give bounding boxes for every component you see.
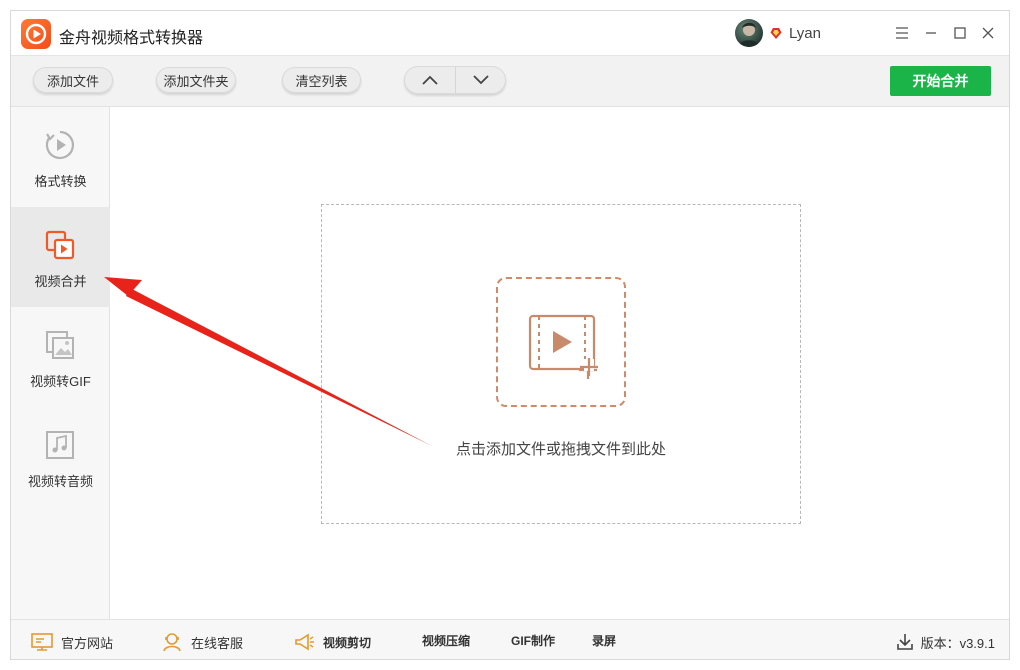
add-video-icon [528, 314, 598, 379]
online-service-link[interactable]: 在线客服 [161, 632, 243, 652]
format-convert-icon [45, 130, 75, 160]
customer-service-icon [163, 633, 181, 652]
add-video-button[interactable] [496, 277, 626, 407]
user-avatar[interactable] [735, 19, 763, 47]
clear-list-button[interactable]: 清空列表 [282, 67, 361, 93]
app-logo-icon [21, 19, 51, 49]
chevron-up-icon [422, 75, 438, 85]
add-folder-button[interactable]: 添加文件夹 [156, 67, 236, 93]
move-down-button[interactable] [455, 67, 505, 93]
sidebar-item-video-merge[interactable]: 视频合并 [11, 207, 110, 307]
sidebar-item-label: 视频合并 [34, 274, 87, 289]
video-cut-link[interactable]: 视频剪切 [293, 632, 371, 652]
sidebar: 格式转换 视频合并 视频转GIF 视频转音频 [11, 107, 110, 619]
sidebar-item-label: 格式转换 [34, 174, 87, 189]
sidebar-item-video-to-audio[interactable]: 视频转音频 [11, 407, 110, 507]
move-buttons [404, 66, 506, 94]
title-bar: 金舟视频格式转换器 Lyan [11, 11, 1009, 55]
close-button[interactable] [976, 21, 1000, 45]
sidebar-item-format-convert[interactable]: 格式转换 [11, 107, 110, 207]
official-site-label: 官方网站 [61, 635, 114, 651]
app-window: 金舟视频格式转换器 Lyan 添加文件 添加文件夹 清空列表 开始合并 格式转换… [10, 10, 1010, 660]
version-label: 版本：v3.9.1 [920, 635, 995, 651]
megaphone-icon [295, 633, 314, 651]
chevron-down-icon [472, 75, 489, 85]
username: Lyan [789, 25, 821, 42]
video-cut-label: 视频剪切 [323, 635, 372, 650]
footer-bar: 官方网站 在线客服 视频剪切 视频压缩 GIF制作 录屏 版本：v3.9.1 [11, 619, 1009, 659]
official-site-link[interactable]: 官方网站 [31, 632, 113, 652]
add-file-button[interactable]: 添加文件 [33, 67, 113, 93]
monitor-icon [31, 633, 53, 651]
video-compress-link[interactable]: 视频压缩 [422, 632, 470, 649]
drop-hint-text: 点击添加文件或拖拽文件到此处 [455, 441, 666, 458]
online-service-label: 在线客服 [191, 635, 244, 651]
gif-image-icon [46, 331, 74, 359]
minimize-button[interactable] [919, 21, 943, 45]
menu-button[interactable] [890, 21, 914, 45]
maximize-button[interactable] [948, 21, 972, 45]
gif-make-link[interactable]: GIF制作 [511, 632, 555, 649]
toolbar: 添加文件 添加文件夹 清空列表 开始合并 [11, 55, 1009, 107]
start-merge-button[interactable]: 开始合并 [890, 66, 991, 96]
vip-heart-icon [770, 28, 782, 39]
music-note-icon [46, 431, 74, 459]
screen-record-link[interactable]: 录屏 [592, 632, 616, 649]
sidebar-item-label: 视频转GIF [30, 374, 91, 389]
app-title: 金舟视频格式转换器 [59, 30, 204, 47]
video-merge-icon [45, 230, 75, 260]
sidebar-item-video-to-gif[interactable]: 视频转GIF [11, 307, 110, 407]
sidebar-item-label: 视频转音频 [27, 474, 93, 489]
move-up-button[interactable] [405, 67, 455, 93]
download-icon [896, 634, 913, 650]
file-drop-zone[interactable]: 点击添加文件或拖拽文件到此处 [321, 204, 801, 524]
version-info[interactable]: 版本：v3.9.1 [895, 632, 995, 652]
